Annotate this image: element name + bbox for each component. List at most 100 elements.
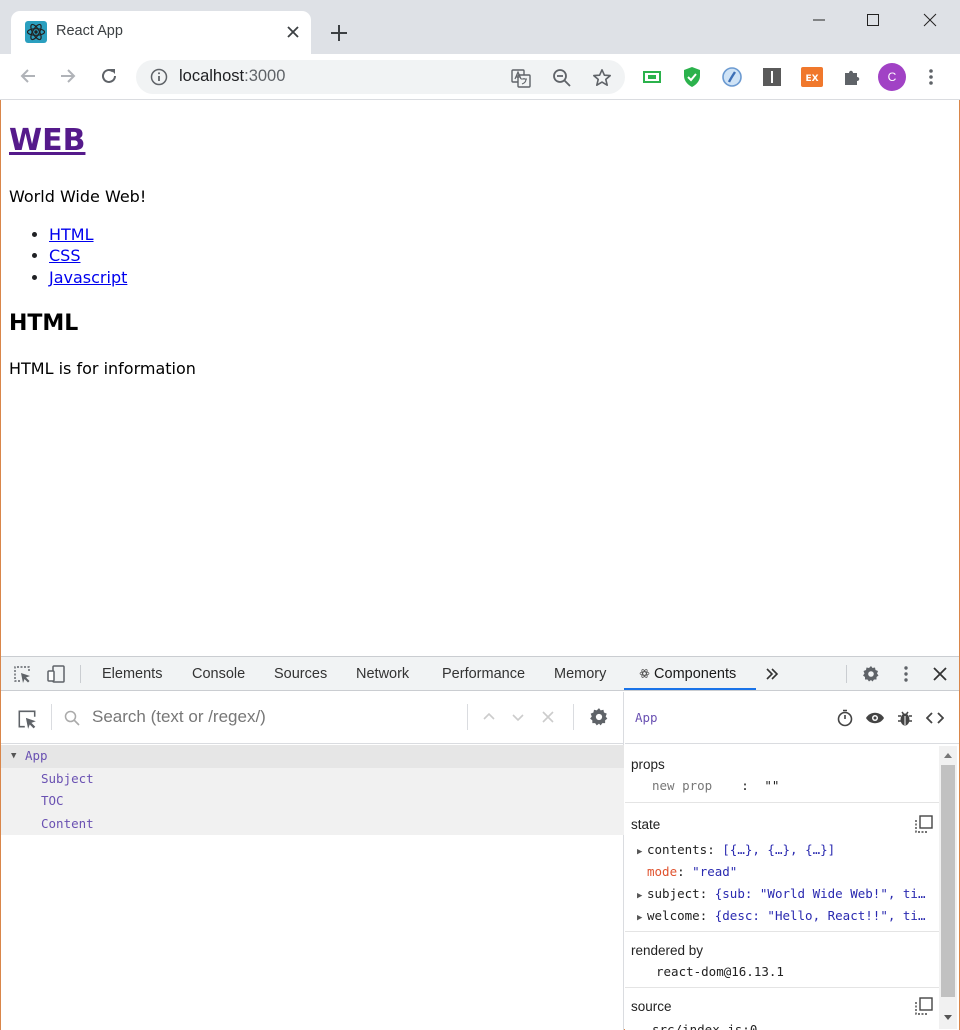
profile-initial: C [887, 70, 897, 84]
tree-label: Content [41, 815, 94, 831]
tab-performance[interactable]: Performance [442, 666, 525, 682]
settings-gear-icon[interactable] [860, 664, 882, 684]
source-value: src/index.js:0 [652, 1022, 758, 1030]
props-title: props [631, 757, 665, 772]
profile-avatar[interactable]: C [878, 63, 906, 91]
minimize-icon[interactable] [805, 8, 833, 32]
inspect-element-icon[interactable] [11, 664, 33, 684]
tree-row-content[interactable]: Content [1, 812, 624, 835]
tab-memory[interactable]: Memory [554, 666, 606, 682]
menu-kebab-icon[interactable] [921, 66, 941, 88]
tab-elements[interactable]: Elements [102, 666, 162, 682]
state-key: mode [647, 864, 678, 879]
extension-green-icon[interactable] [641, 66, 663, 88]
new-tab-icon[interactable] [327, 21, 351, 45]
toc-link-javascript[interactable]: Javascript [49, 268, 127, 287]
scroll-up-arrow-icon[interactable] [943, 751, 953, 759]
state-row-contents[interactable]: ▶ contents: [{…}, {…}, {…}] [637, 842, 835, 857]
more-tabs-chevron-icon[interactable] [761, 664, 783, 684]
url-text: localhost:3000 [179, 67, 286, 85]
source-section: source src/index.js:0 [625, 989, 941, 1030]
divider [51, 704, 52, 730]
chevron-up-icon[interactable] [482, 710, 496, 724]
stopwatch-icon[interactable] [835, 708, 855, 728]
component-tree-pane: Search (text or /regex/) ▼ App Subject T… [1, 692, 624, 1030]
expand-triangle-icon[interactable]: ▶ [637, 891, 647, 901]
search-input[interactable]: Search (text or /regex/) [92, 707, 266, 727]
select-component-icon[interactable] [16, 708, 38, 730]
close-tab-icon[interactable] [282, 21, 304, 43]
react-logo-icon [25, 21, 47, 43]
scrollbar[interactable] [939, 746, 957, 1029]
state-row-subject[interactable]: ▶ subject: {sub: "World Wide Web!", ti… [637, 886, 925, 901]
divider [846, 665, 847, 683]
component-tree: ▼ App Subject TOC Content [1, 745, 624, 835]
maximize-icon[interactable] [859, 8, 887, 32]
component-search-bar: Search (text or /regex/) [1, 692, 624, 744]
close-devtools-icon[interactable] [929, 664, 951, 684]
extensions-puzzle-icon[interactable] [841, 66, 863, 88]
state-row-mode[interactable]: mode: "read" [647, 864, 737, 879]
rendered-by-title: rendered by [631, 943, 704, 958]
address-bar[interactable]: localhost:3000 [136, 60, 625, 94]
bug-icon[interactable] [895, 708, 915, 728]
bookmark-star-icon[interactable] [592, 68, 612, 88]
copy-icon[interactable] [915, 997, 933, 1015]
tab-strip: React App [0, 0, 960, 54]
divider [467, 704, 468, 730]
content-title: HTML [9, 311, 79, 336]
divider [573, 704, 574, 730]
translate-icon[interactable] [511, 68, 531, 88]
forward-arrow-icon[interactable] [56, 64, 80, 88]
tree-row-toc[interactable]: TOC [1, 790, 624, 813]
state-value: [{…}, {…}, {…}] [722, 842, 836, 857]
list-item: HTML [49, 224, 127, 245]
state-value: {sub: "World Wide Web!", ti… [714, 886, 926, 901]
chevron-down-icon[interactable] [511, 710, 525, 724]
site-info-icon[interactable] [150, 68, 168, 86]
copy-icon[interactable] [915, 815, 933, 833]
state-row-welcome[interactable]: ▶ welcome: {desc: "Hello, React!!", ti… [637, 908, 925, 923]
expand-triangle-icon[interactable]: ▼ [11, 745, 16, 768]
scrollbar-thumb[interactable] [941, 765, 955, 997]
ex-extension-icon[interactable]: EX [801, 66, 823, 88]
devtools-tab-bar: Elements Console Sources Network Perform… [1, 657, 959, 691]
new-prop-colon: : [741, 778, 749, 793]
inspected-header: App [625, 692, 959, 744]
view-source-icon[interactable] [925, 708, 945, 728]
svg-text:EX: EX [805, 74, 818, 84]
tab-console[interactable]: Console [192, 666, 245, 682]
inspected-component-name: App [635, 710, 658, 725]
react-atom-icon [639, 669, 650, 678]
shield-icon[interactable] [681, 66, 703, 88]
rendered-by-value: react-dom@16.13.1 [656, 964, 784, 979]
expand-triangle-icon[interactable]: ▶ [637, 847, 647, 857]
tab-sources[interactable]: Sources [274, 666, 327, 682]
toc-link-css[interactable]: CSS [49, 246, 80, 265]
settings-gear-icon[interactable] [589, 707, 609, 727]
browser-tab[interactable]: React App [11, 11, 311, 54]
heading-link[interactable]: WEB [9, 123, 85, 158]
tree-row-subject[interactable]: Subject [1, 767, 624, 790]
reload-icon[interactable] [97, 64, 121, 88]
tab-components[interactable]: Components [639, 666, 736, 682]
zoom-out-icon[interactable] [552, 68, 572, 88]
back-arrow-icon[interactable] [16, 64, 40, 88]
circle-extension-icon[interactable] [721, 66, 743, 88]
expand-triangle-icon[interactable]: ▶ [637, 913, 647, 923]
page-content: WEB World Wide Web! HTML CSS Javascript … [1, 100, 959, 655]
list-item: CSS [49, 245, 127, 266]
search-icon [64, 710, 80, 726]
device-toolbar-icon[interactable] [45, 664, 67, 684]
scroll-down-arrow-icon[interactable] [943, 1014, 953, 1022]
toc-link-html[interactable]: HTML [49, 225, 94, 244]
close-window-icon[interactable] [916, 8, 944, 32]
tab-network[interactable]: Network [356, 666, 409, 682]
eye-icon[interactable] [865, 708, 885, 728]
dark-extension-icon[interactable] [761, 66, 783, 88]
devtools-menu-icon[interactable] [895, 664, 917, 684]
clear-search-icon[interactable] [541, 710, 555, 724]
new-prop-row[interactable]: new prop : "" [652, 778, 779, 793]
active-tab-indicator [624, 688, 756, 690]
tree-row-app[interactable]: ▼ App [1, 745, 624, 768]
